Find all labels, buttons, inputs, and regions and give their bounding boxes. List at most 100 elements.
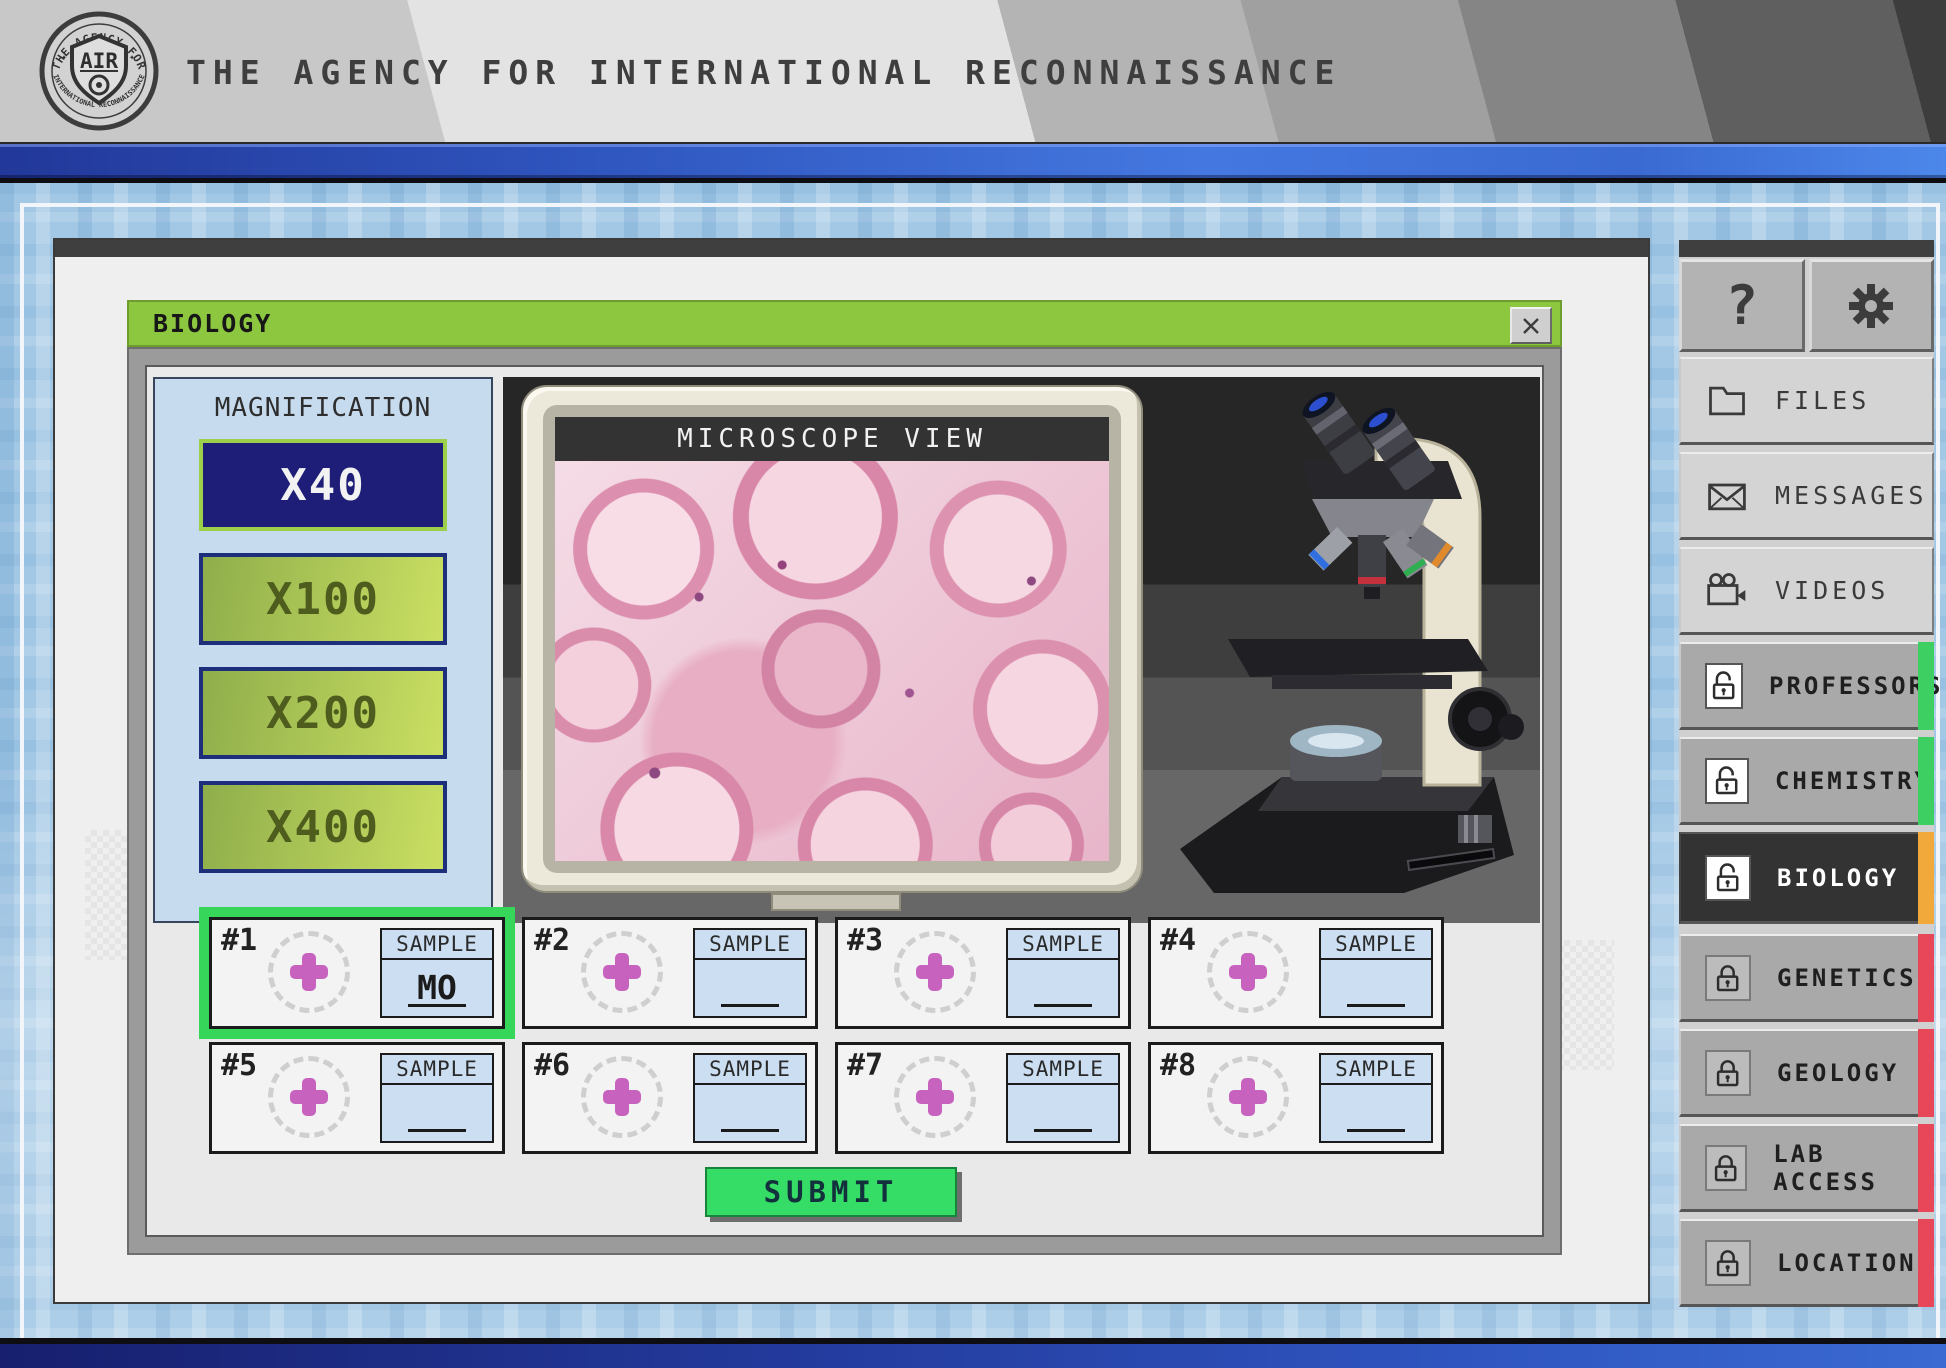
dialog-frame: MAGNIFICATION X40 X100 X200 X400 MICROSCOPE… [127, 347, 1562, 1255]
sample-value-input[interactable] [1034, 971, 1092, 1007]
monitor-stand [771, 893, 901, 911]
sample-slot-4[interactable]: #4SAMPLE [1148, 917, 1444, 1029]
sample-slot-8[interactable]: #8 SAMPLE [1148, 1042, 1444, 1154]
svg-text:✦: ✦ [61, 52, 67, 63]
app-header: THE AGENCY FOR INTERNATIONAL RECONNAISSA… [0, 0, 1946, 144]
sample-label: SAMPLE [1321, 1055, 1431, 1085]
magnification-x400[interactable]: X400 [199, 781, 447, 873]
sample-value-input[interactable] [721, 971, 779, 1007]
lock-closed-icon [1705, 1050, 1751, 1096]
sidebar-item-label: CHEMISTRY [1775, 767, 1932, 795]
settings-button[interactable] [1809, 259, 1935, 352]
sample-input-area [1321, 1085, 1431, 1141]
svg-text:AIR: AIR [80, 49, 118, 73]
status-strip [1918, 832, 1934, 924]
status-strip [1918, 1029, 1934, 1117]
sample-slot-number: #2 [534, 923, 570, 958]
sample-value-input[interactable] [721, 1096, 779, 1132]
magnification-label: MAGNIFICATION [155, 393, 491, 423]
microscope-panel: MICROSCOPE VIEW [503, 377, 1540, 923]
sidebar-item-label: LAB ACCESS [1773, 1140, 1932, 1196]
specimen-icon [290, 953, 328, 991]
specimen-icon [1229, 1078, 1267, 1116]
sidebar-item-messages[interactable]: MESSAGES [1679, 452, 1934, 540]
sample-box: SAMPLE [380, 1053, 494, 1143]
magnification-x200[interactable]: X200 [199, 667, 447, 759]
sample-slot-number: #8 [1160, 1048, 1196, 1083]
sidebar-top-buttons: ? [1679, 259, 1934, 352]
sample-slot-3[interactable]: #3SAMPLE [835, 917, 1131, 1029]
sample-label: SAMPLE [695, 1055, 805, 1085]
sample-label: SAMPLE [1008, 930, 1118, 960]
sample-value-input[interactable] [1347, 971, 1405, 1007]
sidebar-item-label: BIOLOGY [1777, 864, 1899, 892]
petri-dish-icon [1207, 1056, 1289, 1138]
sidebar-titlebar [1679, 240, 1934, 257]
close-button[interactable] [1510, 307, 1552, 344]
sample-slot-7[interactable]: #7 SAMPLE [835, 1042, 1131, 1154]
video-icon [1705, 569, 1749, 613]
lock-open-icon [1705, 855, 1751, 901]
sidebar-item-biology[interactable]: BIOLOGY [1679, 832, 1934, 924]
sample-box: SAMPLE [1006, 928, 1120, 1018]
sidebar-item-label: GEOLOGY [1777, 1059, 1899, 1087]
magnification-buttons: X40 X100 X200 X400 [155, 439, 491, 873]
sample-value-input[interactable] [408, 1096, 466, 1132]
sample-slot-number: #5 [221, 1048, 257, 1083]
sidebar-item-location[interactable]: LOCATION [1679, 1219, 1934, 1307]
status-strip [1918, 642, 1934, 730]
sample-label: SAMPLE [695, 930, 805, 960]
magnification-panel: MAGNIFICATION X40 X100 X200 X400 [153, 377, 493, 923]
sidebar-item-label: GENETICS [1777, 964, 1917, 992]
sample-slot-6[interactable]: #6SAMPLE [522, 1042, 818, 1154]
lock-open-icon [1705, 758, 1749, 804]
status-strip [1918, 1124, 1934, 1212]
sidebar-item-professors[interactable]: PROFESSORS [1679, 642, 1934, 730]
sidebar-item-chemistry[interactable]: CHEMISTRY [1679, 737, 1934, 825]
envelope-icon [1705, 474, 1749, 518]
sample-box: SAMPLE [1006, 1053, 1120, 1143]
microscope-view-image [555, 461, 1109, 861]
petri-dish-icon [268, 931, 350, 1013]
sample-label: SAMPLE [1008, 1055, 1118, 1085]
sample-value-input[interactable] [1034, 1096, 1092, 1132]
sample-slot-1[interactable]: #1SAMPLEMO [209, 917, 505, 1029]
sample-slot-number: #4 [1160, 923, 1196, 958]
folder-icon [1705, 379, 1749, 423]
sidebar: ? FILES MESSAGES VIDEOS PROFESSORS CHEMISTRY… [1679, 240, 1934, 1306]
header-accent-bar [0, 144, 1946, 178]
screen: THE AGENCY FOR INTERNATIONAL RECONNAISSA… [0, 0, 1946, 1368]
monitor-bezel: MICROSCOPE VIEW [543, 405, 1121, 873]
magnification-x100[interactable]: X100 [199, 553, 447, 645]
petri-dish-icon [581, 931, 663, 1013]
sample-slot-2[interactable]: #2 SAMPLE [522, 917, 818, 1029]
submit-button[interactable]: SUBMIT [705, 1167, 957, 1217]
lock-closed-icon [1705, 1145, 1747, 1191]
help-icon: ? [1725, 274, 1758, 337]
specimen-icon [603, 1078, 641, 1116]
frame-line [20, 203, 24, 1338]
sample-box: SAMPLE [1319, 1053, 1433, 1143]
help-button[interactable]: ? [1679, 259, 1805, 352]
sidebar-item-lab-access[interactable]: LAB ACCESS [1679, 1124, 1934, 1212]
sidebar-item-videos[interactable]: VIDEOS [1679, 547, 1934, 635]
petri-dish-icon [1207, 931, 1289, 1013]
lock-open-icon [1705, 663, 1743, 709]
sample-box: SAMPLE [693, 928, 807, 1018]
dialog-titlebar: BIOLOGY [127, 300, 1562, 347]
sample-slot-number: #7 [847, 1048, 883, 1083]
sample-label: SAMPLE [382, 1055, 492, 1085]
close-icon [1519, 314, 1543, 338]
sidebar-item-files[interactable]: FILES [1679, 357, 1934, 445]
sidebar-item-label: LOCATION [1777, 1249, 1917, 1277]
sample-value-input[interactable]: MO [408, 971, 466, 1007]
dialog-title: BIOLOGY [153, 309, 272, 338]
sidebar-item-label: VIDEOS [1775, 576, 1889, 605]
sample-slot-5[interactable]: #5 SAMPLE [209, 1042, 505, 1154]
sidebar-item-label: MESSAGES [1775, 481, 1927, 510]
sample-value-input[interactable] [1347, 1096, 1405, 1132]
biology-dialog: BIOLOGY MAGNIFICATION X40 X100 X200 X400 [127, 300, 1562, 1255]
sidebar-item-geology[interactable]: GEOLOGY [1679, 1029, 1934, 1117]
sidebar-item-genetics[interactable]: GENETICS [1679, 934, 1934, 1022]
magnification-x40[interactable]: X40 [199, 439, 447, 531]
